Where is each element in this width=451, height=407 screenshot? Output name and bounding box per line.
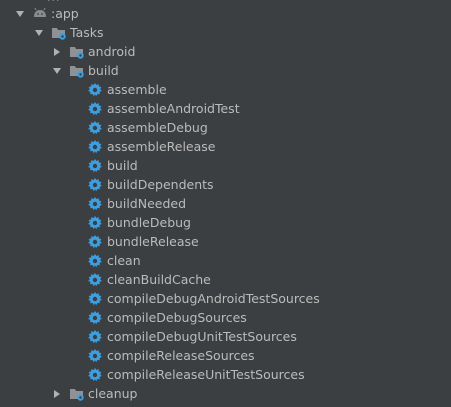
- task-label: compileDebugSources: [107, 310, 247, 325]
- task-item[interactable]: cleanBuildCache: [87, 270, 211, 289]
- task-item[interactable]: assembleAndroidTest: [87, 99, 240, 118]
- expand-arrow-down-icon[interactable]: [33, 27, 45, 39]
- android-robot-icon: [32, 6, 48, 22]
- tree-node-tasks[interactable]: Tasks: [33, 23, 104, 42]
- task-label: assembleDebug: [107, 120, 208, 135]
- gear-icon: [87, 348, 103, 364]
- task-item[interactable]: assembleDebug: [87, 118, 208, 137]
- task-item[interactable]: compileReleaseUnitTestSources: [87, 365, 305, 384]
- task-item[interactable]: buildDependents: [87, 175, 214, 194]
- task-item[interactable]: compileReleaseSources: [87, 346, 255, 365]
- task-item[interactable]: build: [87, 156, 138, 175]
- folder-gear-icon: [51, 25, 67, 41]
- truncated-top-row: ••• ... • •• •••: [20, 0, 270, 2]
- expand-arrow-right-icon[interactable]: [51, 46, 63, 58]
- task-item[interactable]: compileDebugUnitTestSources: [87, 327, 297, 346]
- folder-gear-icon: [69, 386, 85, 402]
- task-item[interactable]: buildNeeded: [87, 194, 186, 213]
- gear-icon: [87, 329, 103, 345]
- task-label: compileReleaseSources: [107, 348, 255, 363]
- gear-icon: [87, 120, 103, 136]
- node-label-tasks: Tasks: [70, 25, 104, 40]
- task-label: assembleAndroidTest: [107, 101, 240, 116]
- task-label: compileDebugAndroidTestSources: [107, 291, 320, 306]
- expand-arrow-down-icon[interactable]: [14, 8, 26, 20]
- task-label: cleanBuildCache: [107, 272, 211, 287]
- task-label: clean: [107, 253, 141, 268]
- node-label-app: :app: [51, 6, 79, 21]
- node-label-build: build: [88, 63, 119, 78]
- task-item[interactable]: compileDebugAndroidTestSources: [87, 289, 320, 308]
- task-item[interactable]: bundleDebug: [87, 213, 191, 232]
- task-item[interactable]: assemble: [87, 80, 167, 99]
- tree-node-app[interactable]: :app: [14, 4, 79, 23]
- expand-arrow-down-icon[interactable]: [51, 65, 63, 77]
- folder-gear-icon: [69, 63, 85, 79]
- gear-icon: [87, 272, 103, 288]
- gear-icon: [87, 82, 103, 98]
- gear-icon: [87, 158, 103, 174]
- task-label: compileReleaseUnitTestSources: [107, 367, 305, 382]
- task-label: assembleRelease: [107, 139, 216, 154]
- tree-node-group-android[interactable]: android: [51, 42, 135, 61]
- gear-icon: [87, 291, 103, 307]
- gear-icon: [87, 234, 103, 250]
- expand-arrow-right-icon[interactable]: [51, 388, 63, 400]
- gear-icon: [87, 177, 103, 193]
- task-item[interactable]: assembleRelease: [87, 137, 216, 156]
- task-label: buildNeeded: [107, 196, 187, 211]
- task-label: bundleDebug: [107, 215, 191, 230]
- gear-icon: [87, 196, 103, 212]
- gear-icon: [87, 215, 103, 231]
- task-label: compileDebugUnitTestSources: [107, 329, 297, 344]
- gear-icon: [87, 310, 103, 326]
- gear-icon: [87, 367, 103, 383]
- task-label: build: [107, 158, 138, 173]
- task-label: buildDependents: [107, 177, 214, 192]
- gear-icon: [87, 253, 103, 269]
- node-label-cleanup: cleanup: [88, 386, 138, 401]
- node-label-android: android: [88, 44, 136, 59]
- task-item[interactable]: clean: [87, 251, 141, 270]
- task-label: bundleRelease: [107, 234, 199, 249]
- gear-icon: [87, 101, 103, 117]
- folder-gear-icon: [69, 44, 85, 60]
- tree-node-group-build[interactable]: build: [51, 61, 119, 80]
- task-item[interactable]: bundleRelease: [87, 232, 199, 251]
- tree-node-group-cleanup[interactable]: cleanup: [51, 384, 137, 403]
- task-label: assemble: [107, 82, 167, 97]
- gear-icon: [87, 139, 103, 155]
- task-item[interactable]: compileDebugSources: [87, 308, 247, 327]
